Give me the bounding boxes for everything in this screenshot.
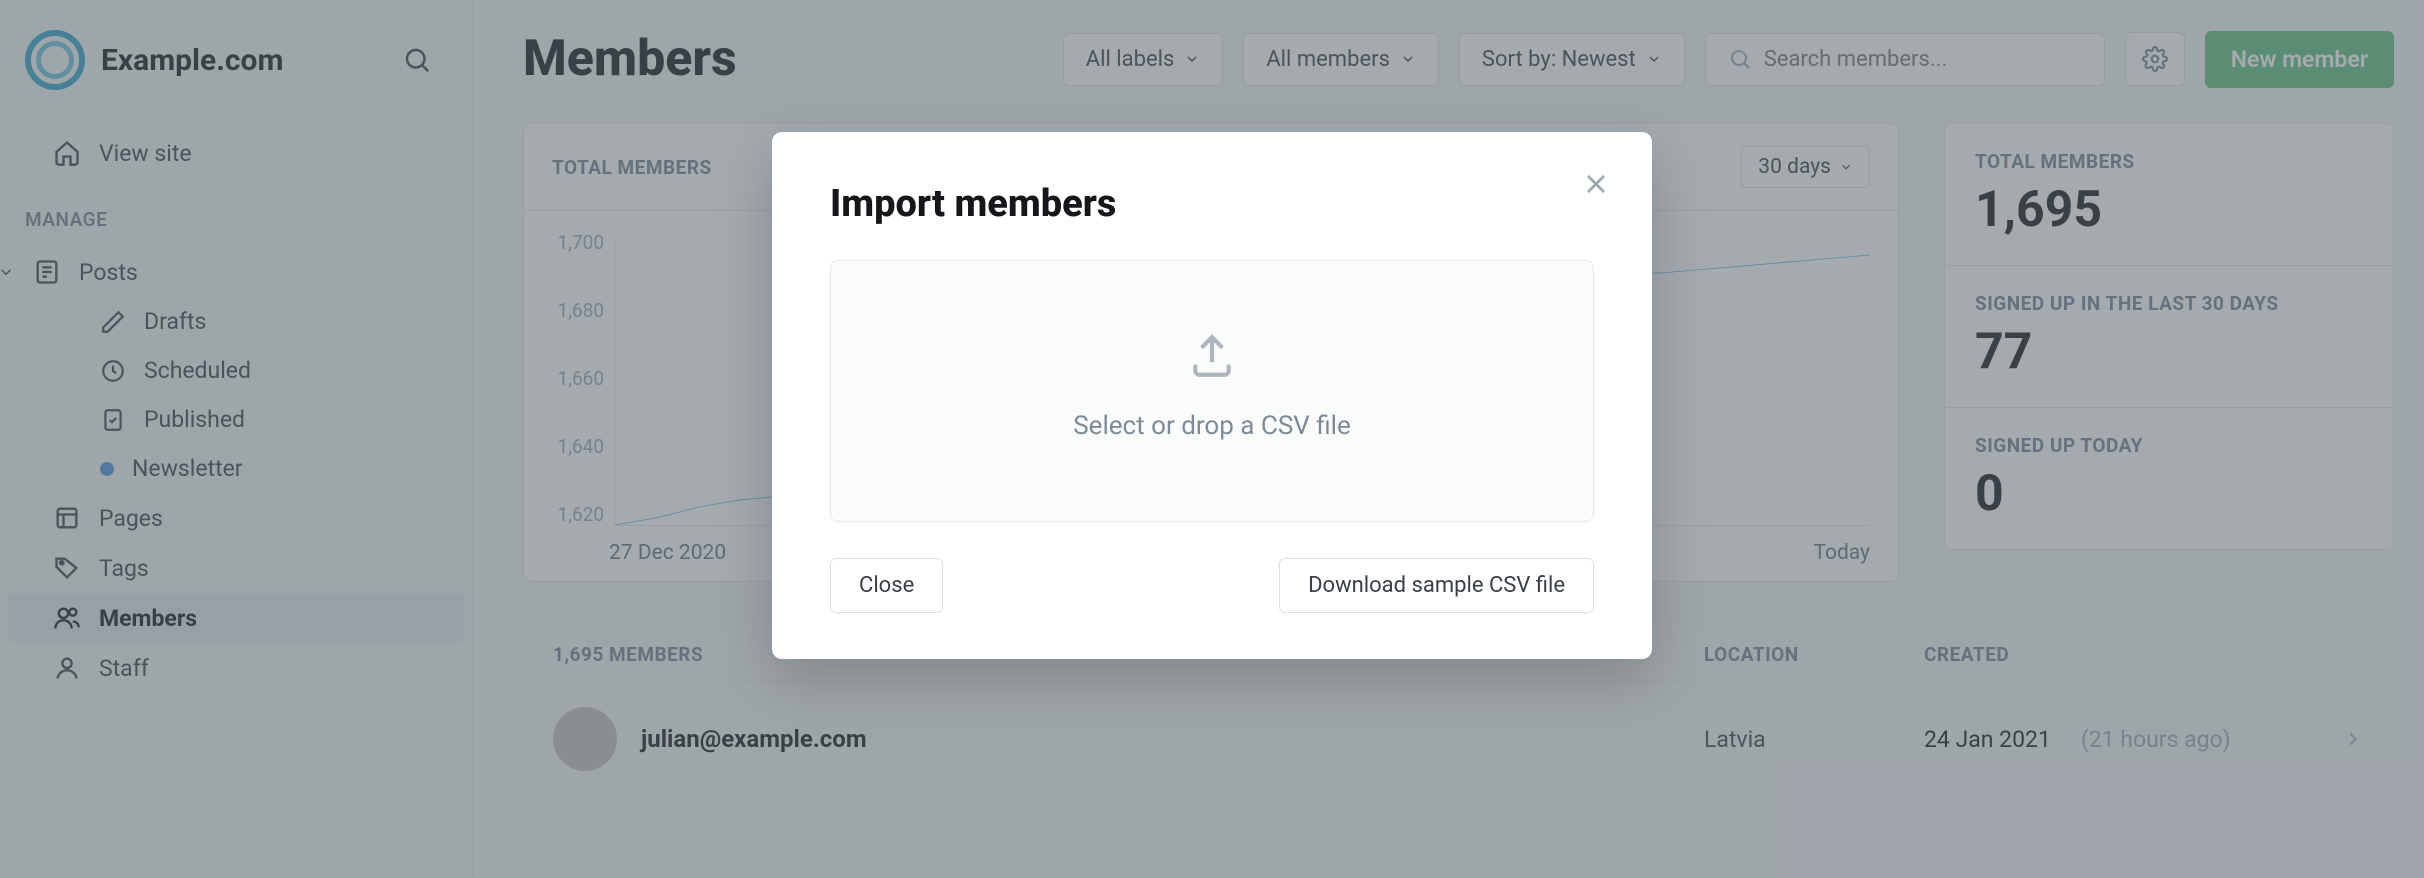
import-members-modal: Import members Select or drop a CSV file… (772, 132, 1652, 659)
modal-title: Import members (830, 182, 1594, 226)
csv-dropzone[interactable]: Select or drop a CSV file (830, 260, 1594, 522)
modal-close-footer-button[interactable]: Close (830, 558, 943, 613)
modal-overlay[interactable]: Import members Select or drop a CSV file… (0, 0, 2424, 878)
upload-icon (1184, 331, 1240, 381)
close-icon (1580, 168, 1612, 200)
modal-close-button[interactable] (1580, 168, 1612, 204)
download-sample-button[interactable]: Download sample CSV file (1279, 558, 1594, 613)
dropzone-text: Select or drop a CSV file (1073, 411, 1351, 441)
